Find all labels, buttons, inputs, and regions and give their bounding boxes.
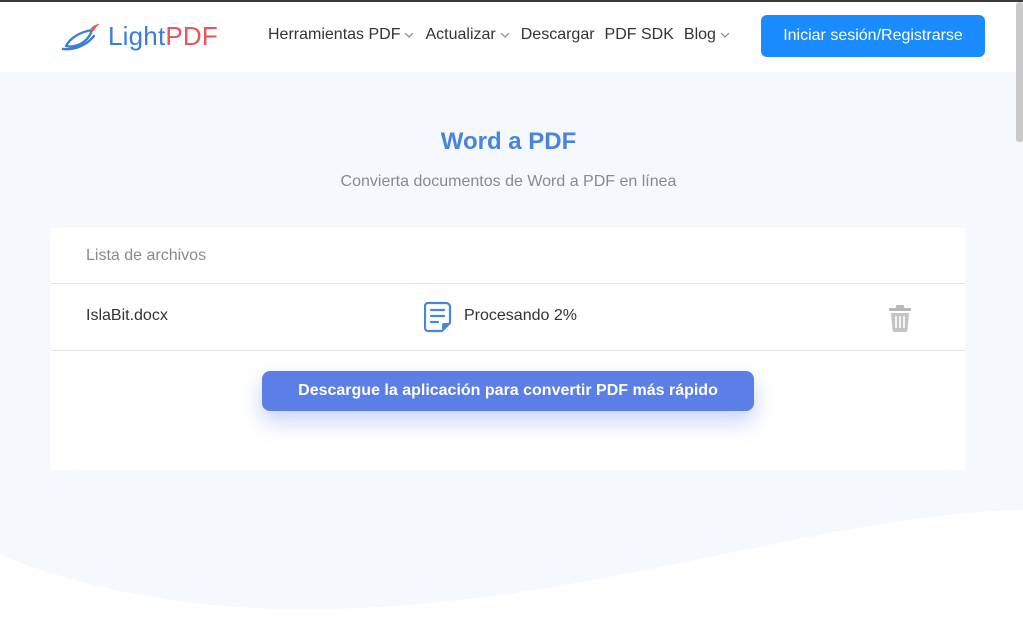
page-title: Word a PDF [440, 128, 577, 155]
nav-item-pdf-sdk[interactable]: PDF SDK [605, 26, 674, 44]
nav-item-blog[interactable]: Blog [684, 26, 731, 44]
trash-icon[interactable] [888, 304, 912, 332]
brand-logo[interactable]: LightPDF [60, 18, 218, 54]
file-name: IslaBit.docx [86, 307, 168, 324]
login-register-button[interactable]: Iniciar sesión/Registrarse [761, 15, 985, 57]
nav-item-label: Descargar [520, 26, 595, 43]
nav-item-actualizar[interactable]: Actualizar [425, 26, 510, 44]
page-subtitle: Convierta documentos de Word a PDF en lí… [340, 173, 677, 190]
brand-name-pdf: PDF [165, 20, 218, 51]
nav-item-label: Herramientas PDF [268, 26, 401, 43]
chevron-down-icon [720, 32, 730, 38]
chevron-down-icon [500, 32, 510, 38]
page-scrollbar[interactable] [1016, 2, 1023, 142]
nav-item-label: Actualizar [425, 26, 496, 43]
brand-name-light: Light [108, 20, 166, 51]
conversion-status: Procesando 2% [464, 307, 577, 324]
download-app-button[interactable]: Descargue la aplicación para convertir P… [262, 371, 754, 411]
nav-item-descargar[interactable]: Descargar [521, 26, 595, 44]
brand-name: LightPDF [108, 21, 218, 52]
nav-item-label: PDF SDK [604, 26, 674, 43]
file-list-card: Lista de archivos IslaBit.docx Procesand… [51, 228, 965, 470]
background-wave [0, 510, 1023, 626]
site-header: LightPDF Herramientas PDF Actualizar Des… [0, 2, 1023, 72]
chevron-down-icon [405, 32, 414, 38]
nav-item-label: Blog [683, 26, 716, 43]
file-list-header: Lista de archivos [51, 228, 965, 284]
nav-item-herramientas[interactable]: Herramientas PDF [268, 26, 415, 44]
file-row: IslaBit.docx Procesando 2% [51, 284, 965, 351]
document-icon [424, 301, 452, 333]
main-nav: Herramientas PDF Actualizar Descargar PD… [268, 26, 741, 44]
bird-logo-icon [61, 24, 100, 51]
